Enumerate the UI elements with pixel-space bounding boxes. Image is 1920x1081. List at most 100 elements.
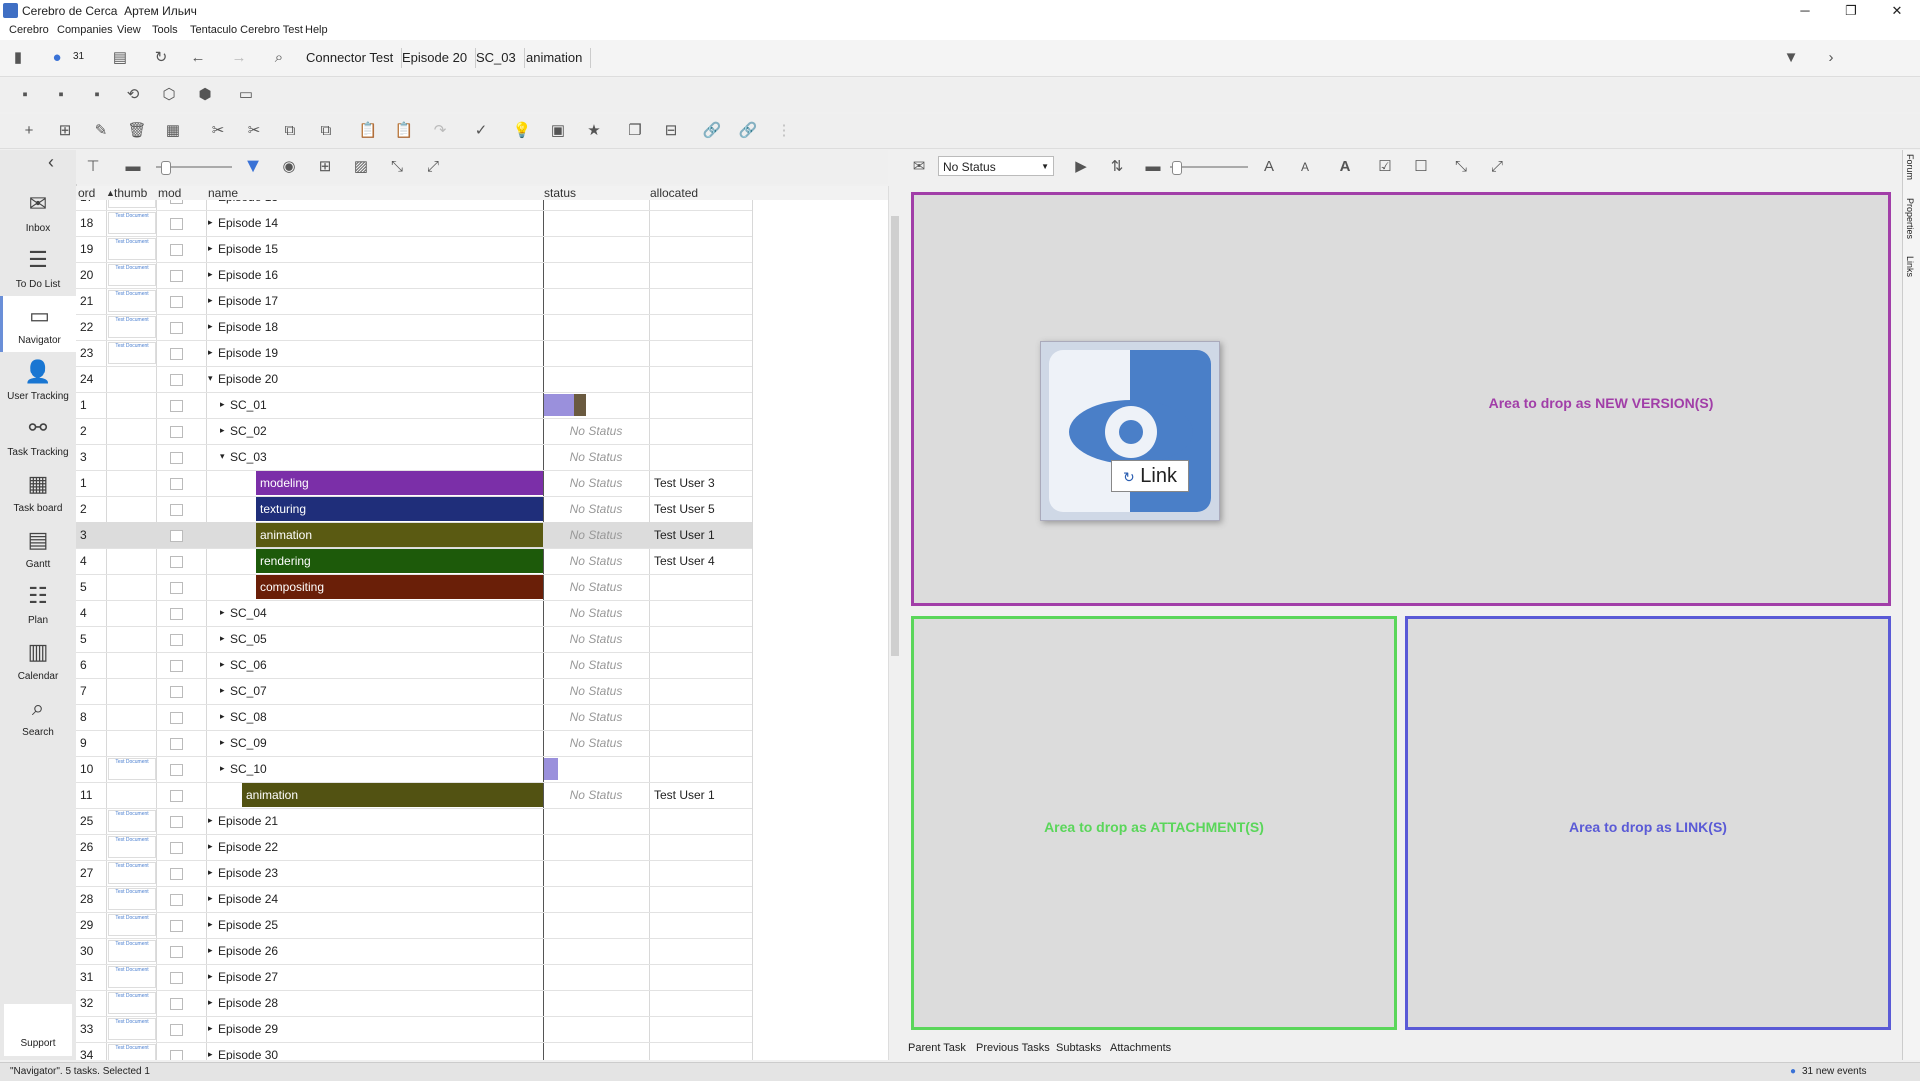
tab-links[interactable]: Links (1905, 256, 1915, 277)
font-increase-icon[interactable]: A (1258, 156, 1280, 178)
forward-icon[interactable]: → (228, 47, 250, 69)
expand-icon[interactable]: ▸ (220, 685, 225, 696)
slider-handle[interactable] (161, 161, 171, 175)
font-decrease-icon[interactable]: A (1294, 156, 1316, 178)
table-row[interactable]: 8 ▸ SC_08 No Status (76, 704, 752, 731)
table-row[interactable]: 32 Test Document ▸ Episode 28 (76, 990, 752, 1017)
book-icon[interactable]: ▮ (7, 47, 29, 69)
table-row[interactable]: 3 ▾ SC_03 No Status (76, 444, 752, 471)
row-name[interactable]: Episode 19 (218, 346, 278, 360)
expand-icon[interactable]: ▸ (220, 763, 225, 774)
task-name[interactable]: animation (242, 783, 543, 807)
row-name[interactable]: Episode 18 (218, 320, 278, 334)
table-row[interactable]: 6 ▸ SC_06 No Status (76, 652, 752, 679)
row-allocated[interactable]: Test User 5 (654, 502, 715, 516)
tab-parent-task[interactable]: Parent Task (908, 1042, 966, 1054)
table-row[interactable]: 4 rendering No Status Test User 4 (76, 548, 752, 575)
table-row[interactable]: 25 Test Document ▸ Episode 21 (76, 808, 752, 835)
col-thumb[interactable]: thumb (106, 186, 147, 200)
api-settings-icon[interactable]: ⬢ (194, 84, 216, 106)
unlink-icon[interactable]: 🔗 (737, 120, 759, 142)
row-thumbnail[interactable]: Test Document (108, 914, 156, 936)
expand-icon[interactable]: ▸ (208, 893, 213, 904)
row-thumbnail[interactable]: Test Document (108, 888, 156, 910)
script-icon[interactable]: ▪ (14, 84, 36, 106)
table-row[interactable]: 22 Test Document ▸ Episode 18 (76, 314, 752, 341)
sidebar-item-task-tracking[interactable]: ⚯ Task Tracking (0, 408, 76, 464)
add-icon[interactable]: + (18, 120, 40, 142)
sync-icon[interactable]: ⟲ (122, 84, 144, 106)
row-status[interactable]: No Status (546, 788, 646, 802)
row-name[interactable]: Episode 26 (218, 944, 278, 958)
table-row[interactable]: 19 Test Document ▸ Episode 15 (76, 236, 752, 263)
table-row[interactable]: 18 Test Document ▸ Episode 14 (76, 210, 752, 237)
menu-tools[interactable]: Tools (152, 24, 178, 36)
expand-icon[interactable]: ▸ (220, 399, 225, 410)
tab-previous-tasks[interactable]: Previous Tasks (976, 1042, 1050, 1054)
sort-icon[interactable]: ⇅ (1106, 156, 1128, 178)
font-icon[interactable]: A (1334, 156, 1356, 178)
tab-forum[interactable]: Forum (1905, 154, 1915, 180)
table-row[interactable]: 11 animation No Status Test User 1 (76, 782, 752, 809)
table-row[interactable]: 10 Test Document ▸ SC_10 (76, 756, 752, 783)
merge-icon[interactable]: ⊟ (660, 120, 682, 142)
table-row[interactable]: 27 Test Document ▸ Episode 23 (76, 860, 752, 887)
row-name[interactable]: Episode 30 (218, 1048, 278, 1060)
breadcrumb-item[interactable]: Connector Test (298, 48, 403, 68)
expand-icon[interactable]: ▸ (208, 217, 213, 228)
expand-icon[interactable]: ▸ (220, 711, 225, 722)
row-status[interactable]: No Status (546, 684, 646, 698)
delete-icon[interactable]: 🗑 (126, 120, 148, 142)
expand-icon[interactable]: ▸ (208, 867, 213, 878)
menu-companies[interactable]: Companies (57, 24, 113, 36)
row-name[interactable]: SC_03 (230, 450, 267, 464)
table-row[interactable]: 26 Test Document ▸ Episode 22 (76, 834, 752, 861)
link-icon[interactable]: 🔗 (701, 120, 723, 142)
row-name[interactable]: Episode 20 (218, 372, 278, 386)
archive-icon[interactable]: ▦ (162, 120, 184, 142)
expand-all-icon[interactable]: ⤢ (1486, 156, 1508, 178)
tab-attachments[interactable]: Attachments (1110, 1042, 1171, 1054)
sidebar-item-plan[interactable]: ☷ Plan (0, 576, 76, 632)
expand-icon[interactable]: ▸ (208, 321, 213, 332)
menu-cerebro[interactable]: Cerebro (9, 24, 49, 36)
menu-help[interactable]: Help (305, 24, 328, 36)
row-thumbnail[interactable]: Test Document (108, 992, 156, 1014)
row-status[interactable]: No Status (546, 502, 646, 516)
expand-all-icon[interactable]: ⤢ (422, 156, 444, 178)
row-thumbnail[interactable]: Test Document (108, 238, 156, 260)
table-row[interactable]: 5 ▸ SC_05 No Status (76, 626, 752, 653)
expand-icon[interactable]: ▸ (208, 1023, 213, 1034)
row-name[interactable]: SC_05 (230, 632, 267, 646)
table-row[interactable]: 28 Test Document ▸ Episode 24 (76, 886, 752, 913)
row-status[interactable]: No Status (546, 606, 646, 620)
row-name[interactable]: Episode 23 (218, 866, 278, 880)
search-icon[interactable]: ⌕ (268, 47, 290, 69)
expand-icon[interactable]: ▸ (208, 971, 213, 982)
col-name[interactable]: name (208, 186, 238, 200)
row-status[interactable]: No Status (546, 658, 646, 672)
review-icon[interactable]: ▣ (547, 120, 569, 142)
col-mod[interactable]: mod (158, 186, 181, 200)
table-row[interactable]: 2 ▸ SC_02 No Status (76, 418, 752, 445)
thumb-size-slider[interactable] (156, 161, 232, 175)
row-name[interactable]: SC_01 (230, 398, 267, 412)
expand-icon[interactable]: ▸ (220, 659, 225, 670)
row-status[interactable]: No Status (546, 476, 646, 490)
expand-icon[interactable]: ▸ (208, 815, 213, 826)
row-thumbnail[interactable]: Test Document (108, 200, 156, 208)
table-row[interactable]: 34 Test Document ▸ Episode 30 (76, 1042, 752, 1060)
paste-special-icon[interactable]: 📋 (393, 120, 415, 142)
expand-icon[interactable]: ▸ (208, 841, 213, 852)
notifications-icon[interactable]: ● (46, 47, 68, 69)
sidebar-item-navigator[interactable]: ▭ Navigator (0, 296, 76, 352)
sidebar-item-task-board[interactable]: ▦ Task board (0, 464, 76, 520)
col-status[interactable]: status (544, 186, 576, 200)
sidebar-item-calendar[interactable]: ▥ Calendar (0, 632, 76, 688)
breadcrumb-item[interactable]: Episode 20 (394, 48, 477, 68)
row-thumbnail[interactable]: Test Document (108, 342, 156, 364)
slider-handle[interactable] (1172, 161, 1182, 175)
support-button[interactable]: Support (4, 1004, 72, 1056)
minimize-button[interactable]: ─ (1782, 0, 1828, 22)
collapse-icon[interactable]: ‹ (48, 152, 54, 173)
